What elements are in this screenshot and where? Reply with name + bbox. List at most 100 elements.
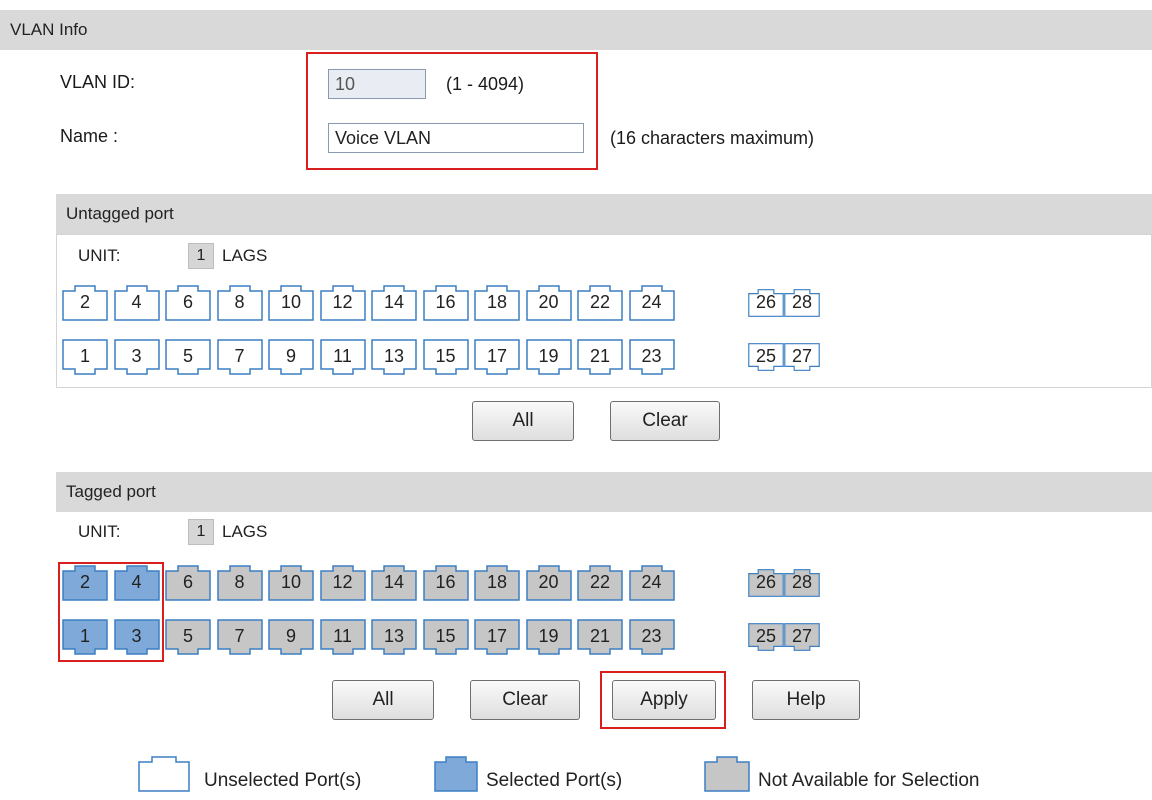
tagged-port-24: 24 [628,565,675,601]
apply-button[interactable]: Apply [612,680,716,720]
tagged-lags-link[interactable]: LAGS [222,522,267,542]
untagged-port-9[interactable]: 9 [268,339,314,375]
vlan-id-hint: (1 - 4094) [446,74,525,94]
port-number: 22 [589,572,611,592]
port-number: 9 [285,346,296,366]
help-button[interactable]: Help [752,680,860,720]
tagged-clear-button[interactable]: Clear [470,680,580,720]
port-number: 13 [383,626,405,646]
untagged-port-11[interactable]: 11 [319,339,366,375]
legend-unselected-icon [138,756,190,792]
tagged-unit-selector[interactable]: 1 [188,519,214,545]
untagged-all-button[interactable]: All [472,401,574,441]
untagged-port-18[interactable]: 18 [474,285,520,321]
port-number: 26 [755,292,777,312]
port-number: 15 [435,626,456,646]
port-number: 3 [131,346,142,366]
port-number: 20 [538,292,559,312]
tagged-port-9: 9 [268,619,314,655]
tagged-port-16: 16 [422,565,469,601]
port-number: 18 [486,292,508,312]
untagged-port-8[interactable]: 8 [216,285,263,321]
untagged-port-12[interactable]: 12 [319,285,366,321]
tagged-port-header: Tagged port [56,472,1152,512]
untagged-port-17[interactable]: 17 [474,339,520,375]
port-number: 16 [435,292,456,312]
port-number: 24 [641,572,662,592]
untagged-port-1[interactable]: 1 [62,339,108,375]
untagged-port-3[interactable]: 3 [113,339,160,375]
untagged-lags-link[interactable]: LAGS [222,246,267,266]
untagged-port-4[interactable]: 4 [113,285,160,321]
tagged-port-17: 17 [474,619,520,655]
port-number: 17 [486,626,508,646]
port-number: 3 [131,626,142,646]
untagged-port-7[interactable]: 7 [216,339,263,375]
tagged-port-20: 20 [525,565,572,601]
tagged-port-12: 12 [319,565,366,601]
tagged-port-1[interactable]: 1 [62,619,108,655]
tagged-port-4[interactable]: 4 [113,565,160,601]
untagged-unit-selector[interactable]: 1 [188,243,214,269]
tagged-port-8: 8 [216,565,263,601]
untagged-port-19[interactable]: 19 [525,339,572,375]
tagged-all-button[interactable]: All [332,680,434,720]
legend-selected-label: Selected Port(s) [486,770,623,791]
tagged-port-26: 26 [748,565,784,601]
port-number: 7 [234,626,245,646]
untagged-port-28[interactable]: 28 [784,285,820,321]
port-number: 11 [333,626,352,646]
untagged-port-27[interactable]: 27 [784,339,820,375]
tagged-port-7: 7 [216,619,263,655]
untagged-port-20[interactable]: 20 [525,285,572,321]
port-number: 20 [538,572,559,592]
tagged-unit-label: UNIT: [78,522,121,541]
untagged-clear-button[interactable]: Clear [610,401,720,441]
port-number: 28 [791,572,813,592]
port-number: 23 [641,626,662,646]
port-number: 23 [641,346,662,366]
port-number: 9 [285,626,296,646]
port-number: 21 [589,346,611,366]
untagged-port-13[interactable]: 13 [371,339,417,375]
tagged-port-3[interactable]: 3 [113,619,160,655]
untagged-port-10[interactable]: 10 [268,285,314,321]
tagged-port-2[interactable]: 2 [62,565,108,601]
port-number: 28 [791,292,813,312]
vlan-id-field[interactable] [328,69,426,99]
untagged-unit-label: UNIT: [78,246,121,265]
port-number: 13 [383,346,405,366]
port-number: 12 [332,292,353,312]
port-number: 11 [333,346,352,366]
untagged-port-2[interactable]: 2 [62,285,108,321]
untagged-port-26[interactable]: 26 [748,285,784,321]
port-number: 19 [538,346,559,366]
name-label: Name : [60,126,119,146]
untagged-port-14[interactable]: 14 [371,285,417,321]
untagged-port-5[interactable]: 5 [165,339,211,375]
port-number: 10 [280,292,302,312]
untagged-port-21[interactable]: 21 [577,339,623,375]
port-number: 2 [79,292,90,312]
port-number: 2 [79,572,90,592]
port-number: 5 [182,626,193,646]
untagged-port-15[interactable]: 15 [422,339,469,375]
port-number: 4 [131,572,142,592]
vlan-name-field[interactable] [328,123,584,153]
untagged-port-25[interactable]: 25 [748,339,784,375]
tagged-port-title: Tagged port [66,482,156,501]
untagged-port-22[interactable]: 22 [577,285,623,321]
untagged-port-24[interactable]: 24 [628,285,675,321]
tagged-port-19: 19 [525,619,572,655]
port-number: 21 [589,626,611,646]
untagged-port-header: Untagged port [56,194,1152,234]
port-number: 8 [234,292,245,312]
untagged-port-23[interactable]: 23 [628,339,675,375]
section-title: VLAN Info [10,20,88,39]
section-header: VLAN Info [0,10,1152,50]
untagged-port-6[interactable]: 6 [165,285,211,321]
port-number: 27 [791,626,813,646]
untagged-port-16[interactable]: 16 [422,285,469,321]
port-number: 24 [641,292,662,312]
port-number: 27 [791,346,813,366]
